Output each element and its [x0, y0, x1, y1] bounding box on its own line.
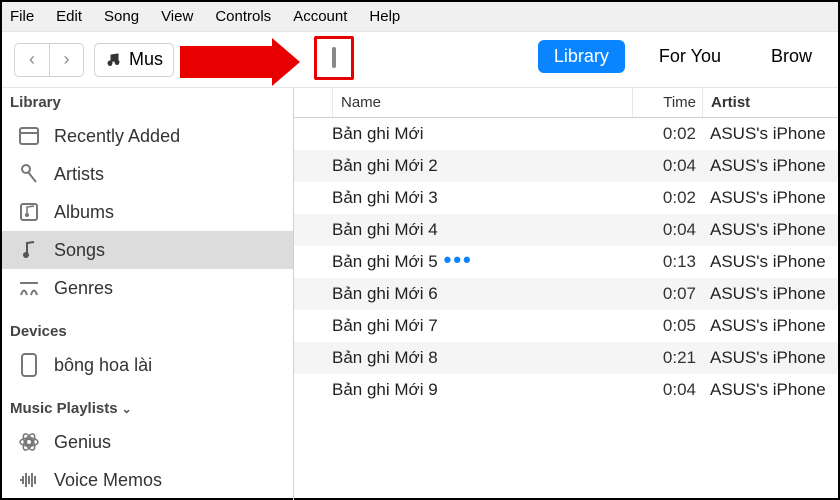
table-row[interactable]: Bản ghi Mới 5•••0:13ASUS's iPhone [294, 246, 838, 278]
sidebar-header-devices: Devices [2, 317, 293, 346]
sidebar-item-label: Genres [54, 278, 113, 299]
sidebar-item-label: bông hoa lài [54, 355, 152, 376]
sidebar-item-genius[interactable]: Genius [2, 423, 293, 461]
menu-account[interactable]: Account [293, 8, 347, 25]
tab-for-you[interactable]: For You [643, 40, 737, 73]
now-playing-icon: ••• [444, 247, 473, 272]
column-time[interactable]: Time [632, 88, 702, 117]
table-header: Name Time Artist [294, 88, 838, 118]
menu-file[interactable]: File [10, 8, 34, 25]
sidebar-header-library: Library [2, 88, 293, 117]
cell-name: Bản ghi Mới 2 [332, 156, 632, 176]
cell-time: 0:02 [632, 124, 702, 144]
sidebar-item-label: Recently Added [54, 126, 180, 147]
cell-time: 0:04 [632, 156, 702, 176]
sidebar-item-label: Voice Memos [54, 470, 162, 491]
cell-artist: ASUS's iPhone [702, 348, 838, 368]
nav-back-button[interactable]: ‹ [15, 44, 49, 76]
annotation-arrow [180, 38, 320, 86]
sidebar-item-songs[interactable]: Songs [2, 231, 293, 269]
table-row[interactable]: Bản ghi Mới 70:05ASUS's iPhone [294, 310, 838, 342]
cell-time: 0:02 [632, 188, 702, 208]
sidebar-header-playlists-label: Music Playlists [10, 400, 118, 417]
table-row[interactable]: Bản ghi Mới 20:04ASUS's iPhone [294, 150, 838, 182]
menu-controls[interactable]: Controls [215, 8, 271, 25]
sidebar-item-voice-memos[interactable]: Voice Memos [2, 461, 293, 499]
column-name[interactable]: Name [332, 88, 632, 117]
album-icon [16, 199, 42, 225]
menu-view[interactable]: View [161, 8, 193, 25]
cell-name: Bản ghi Mới 5••• [332, 252, 632, 272]
media-picker-label: Mus [129, 49, 163, 70]
sidebar-item-recently-added[interactable]: Recently Added [2, 117, 293, 155]
table-body: Bản ghi Mới0:02ASUS's iPhoneBản ghi Mới … [294, 118, 838, 406]
table-row[interactable]: Bản ghi Mới0:02ASUS's iPhone [294, 118, 838, 150]
note-icon [16, 237, 42, 263]
nav-buttons: ‹ › [14, 43, 84, 77]
cell-time: 0:05 [632, 316, 702, 336]
content-area: Library Recently Added Artists Albums So… [2, 88, 838, 500]
cell-artist: ASUS's iPhone [702, 124, 838, 144]
table-row[interactable]: Bản ghi Mới 80:21ASUS's iPhone [294, 342, 838, 374]
sidebar-item-label: Genius [54, 432, 111, 453]
tab-library[interactable]: Library [538, 40, 625, 73]
sidebar-item-artists[interactable]: Artists [2, 155, 293, 193]
media-picker[interactable]: Mus [94, 43, 174, 77]
cell-time: 0:04 [632, 220, 702, 240]
cell-name: Bản ghi Mới 6 [332, 284, 632, 304]
nav-forward-button[interactable]: › [49, 44, 83, 76]
songs-table: Name Time Artist Bản ghi Mới0:02ASUS's i… [294, 88, 838, 500]
phone-icon [332, 49, 336, 67]
cell-artist: ASUS's iPhone [702, 380, 838, 400]
cell-name: Bản ghi Mới 8 [332, 348, 632, 368]
sidebar-item-genres[interactable]: Genres [2, 269, 293, 307]
sidebar: Library Recently Added Artists Albums So… [2, 88, 294, 500]
cell-time: 0:13 [632, 252, 702, 272]
phone-icon [16, 352, 42, 378]
cell-artist: ASUS's iPhone [702, 252, 838, 272]
table-row[interactable]: Bản ghi Mới 30:02ASUS's iPhone [294, 182, 838, 214]
cell-time: 0:07 [632, 284, 702, 304]
microphone-icon [16, 161, 42, 187]
sidebar-item-albums[interactable]: Albums [2, 193, 293, 231]
device-button[interactable] [314, 36, 354, 80]
cell-artist: ASUS's iPhone [702, 188, 838, 208]
chevron-down-icon: ⌄ [122, 402, 132, 416]
toolbar: ‹ › Mus Library For You Brow [2, 32, 838, 88]
cell-time: 0:21 [632, 348, 702, 368]
menu-help[interactable]: Help [369, 8, 400, 25]
cell-name: Bản ghi Mới [332, 124, 632, 144]
cell-artist: ASUS's iPhone [702, 316, 838, 336]
column-artist[interactable]: Artist [702, 88, 838, 117]
recently-added-icon [16, 123, 42, 149]
cell-artist: ASUS's iPhone [702, 284, 838, 304]
sidebar-header-playlists[interactable]: Music Playlists ⌄ [2, 394, 293, 423]
menu-bar: File Edit Song View Controls Account Hel… [2, 2, 838, 32]
cell-artist: ASUS's iPhone [702, 156, 838, 176]
sidebar-item-device[interactable]: bông hoa lài [2, 346, 293, 384]
cell-time: 0:04 [632, 380, 702, 400]
sidebar-item-label: Artists [54, 164, 104, 185]
cell-name: Bản ghi Mới 7 [332, 316, 632, 336]
tab-browse[interactable]: Brow [755, 40, 828, 73]
menu-song[interactable]: Song [104, 8, 139, 25]
voice-memos-icon [16, 467, 42, 493]
sidebar-item-label: Songs [54, 240, 105, 261]
view-tabs: Library For You Brow [538, 40, 828, 73]
menu-edit[interactable]: Edit [56, 8, 82, 25]
table-row[interactable]: Bản ghi Mới 90:04ASUS's iPhone [294, 374, 838, 406]
sidebar-item-label: Albums [54, 202, 114, 223]
table-row[interactable]: Bản ghi Mới 40:04ASUS's iPhone [294, 214, 838, 246]
cell-name: Bản ghi Mới 4 [332, 220, 632, 240]
music-note-icon [105, 52, 121, 68]
genius-icon [16, 429, 42, 455]
cell-name: Bản ghi Mới 3 [332, 188, 632, 208]
genres-icon [16, 275, 42, 301]
cell-name: Bản ghi Mới 9 [332, 380, 632, 400]
table-row[interactable]: Bản ghi Mới 60:07ASUS's iPhone [294, 278, 838, 310]
cell-artist: ASUS's iPhone [702, 220, 838, 240]
